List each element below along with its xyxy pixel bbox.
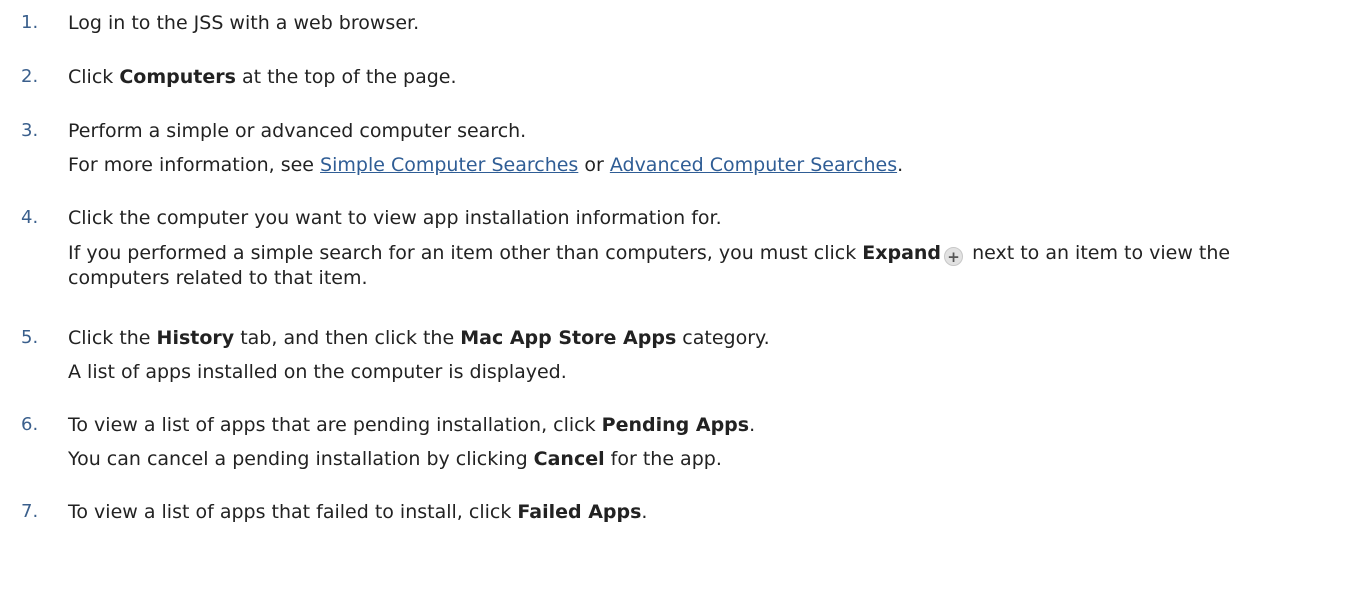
step-text-part: for the app. — [604, 448, 722, 470]
step-text-part: Click the computer you want to view app … — [68, 207, 722, 229]
step-number: 1. — [21, 12, 39, 33]
step-number: 5. — [21, 327, 39, 348]
ui-term-failed-apps: Failed Apps — [517, 501, 642, 523]
step-text-part: category. — [676, 327, 770, 349]
step-text-part: Click the — [68, 327, 157, 349]
step-text: Click the computer you want to view app … — [68, 202, 1318, 234]
simple-computer-searches-link[interactable]: Simple Computer Searches — [320, 154, 578, 176]
step-text-part: To view a list of apps that are pending … — [68, 414, 602, 436]
step-text-part: tab, and then click the — [234, 327, 461, 349]
step-text: Log in to the JSS with a web browser. — [68, 7, 1318, 39]
step-subtext: You can cancel a pending installation by… — [68, 443, 1318, 475]
step-subtext: A list of apps installed on the computer… — [68, 356, 1318, 388]
step-number: 7. — [21, 501, 39, 522]
plus-circle-icon: + — [944, 247, 964, 266]
step-text-part: If you performed a simple search for an … — [68, 242, 863, 264]
step-text: To view a list of apps that are pending … — [68, 409, 1318, 441]
step-text: Click the History tab, and then click th… — [68, 322, 1318, 354]
ui-term-pending-apps: Pending Apps — [601, 414, 750, 436]
advanced-computer-searches-link[interactable]: Advanced Computer Searches — [610, 154, 897, 176]
step-text-part: . — [897, 154, 904, 176]
step-text-part: To view a list of apps that failed to in… — [68, 501, 518, 523]
ui-term-mac-app-store-apps: Mac App Store Apps — [460, 327, 677, 349]
step-text: To view a list of apps that failed to in… — [68, 496, 1318, 528]
step-text-part: For more information, see — [68, 154, 321, 176]
step-text-part: A list of apps installed on the computer… — [68, 361, 567, 383]
step-text: Perform a simple or advanced computer se… — [68, 115, 1318, 147]
step-text: Click Computers at the top of the page. — [68, 61, 1318, 93]
ui-term-expand: Expand — [862, 242, 942, 264]
instruction-steps-list: 1. Log in to the JSS with a web browser.… — [0, 0, 1348, 602]
step-text-part: Click — [68, 66, 120, 88]
ui-term-history: History — [156, 327, 235, 349]
step-text-part: . — [749, 414, 756, 436]
step-number: 3. — [21, 120, 39, 141]
step-text-part: You can cancel a pending installation by… — [68, 448, 534, 470]
step-number: 4. — [21, 207, 39, 228]
step-text-part: Perform a simple or advanced computer se… — [68, 120, 527, 142]
step-text-part: Log in to the JSS with a web browser. — [68, 12, 420, 34]
step-number: 2. — [21, 66, 39, 87]
ui-term-cancel: Cancel — [533, 448, 605, 470]
step-number: 6. — [21, 414, 39, 435]
step-text-part: . — [641, 501, 648, 523]
step-text-part: or — [578, 154, 610, 176]
ui-term-computers: Computers — [119, 66, 236, 88]
step-text-part: at the top of the page. — [235, 66, 457, 88]
step-subtext: If you performed a simple search for an … — [68, 241, 1318, 290]
step-subtext: For more information, see Simple Compute… — [68, 149, 1318, 181]
